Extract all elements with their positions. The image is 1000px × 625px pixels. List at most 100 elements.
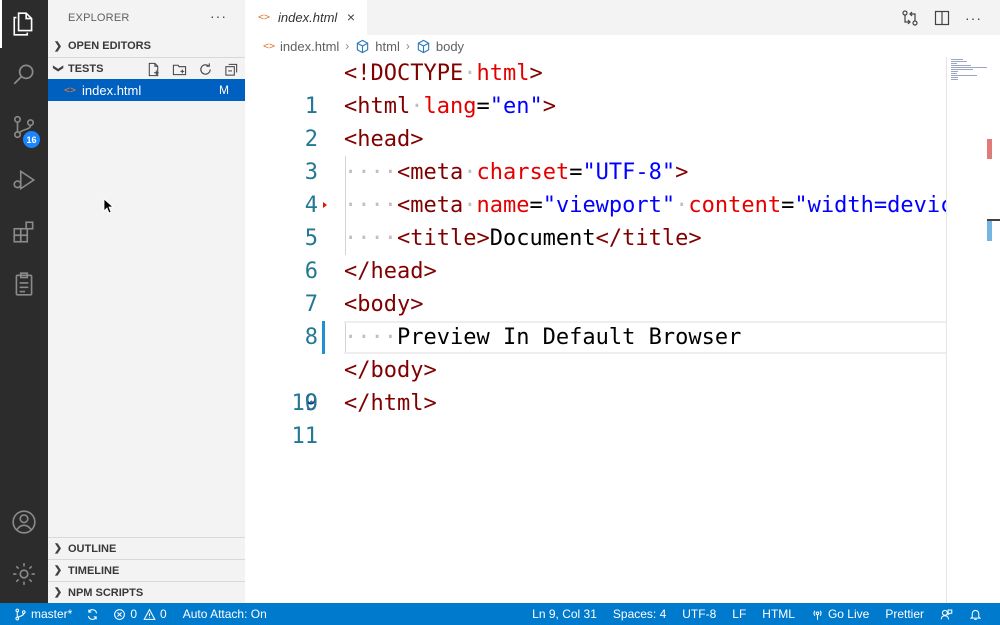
minimap-line	[951, 65, 971, 66]
timeline-section[interactable]: ❯ TIMELINE	[48, 559, 245, 581]
split-editor-icon[interactable]	[933, 9, 951, 27]
language-mode-item[interactable]: HTML	[762, 603, 795, 625]
chevron-right-icon: ❯	[53, 543, 63, 554]
sync-button[interactable]	[86, 603, 103, 625]
code-token: =	[529, 193, 543, 218]
minimap-line	[951, 75, 977, 76]
go-live-button[interactable]: Go Live	[811, 603, 869, 625]
indentation-item[interactable]: Spaces: 4	[613, 603, 666, 625]
explorer-sidebar: EXPLORER ··· ❯ OPEN EDITORS ❯ TESTS <> i…	[48, 0, 245, 603]
code-token: name	[476, 193, 530, 218]
code-token: >	[529, 61, 543, 86]
source-control-icon[interactable]: 16	[0, 103, 48, 151]
breadcrumb: <> index.html › html › body	[245, 35, 1000, 57]
close-icon[interactable]: ×	[347, 9, 355, 25]
git-branch-item[interactable]: master*	[14, 603, 72, 625]
cursor-position-item[interactable]: Ln 9, Col 31	[532, 603, 597, 625]
auto-attach-item[interactable]: Auto Attach: On	[183, 603, 267, 625]
open-changes-icon[interactable]	[901, 9, 919, 27]
minimap-line	[951, 67, 987, 68]
npm-scripts-label: NPM SCRIPTS	[68, 586, 144, 599]
code-token: <!DOCTYPE	[344, 61, 464, 86]
breadcrumb-file[interactable]: index.html	[280, 39, 339, 54]
branch-label: master*	[31, 607, 73, 621]
code-line: 6 ····<title>Document</title>	[245, 222, 946, 284]
extensions-icon[interactable]	[0, 208, 48, 256]
file-item-index-html[interactable]: <> index.html M	[48, 79, 245, 101]
auto-attach-label: Auto Attach: On	[182, 607, 267, 621]
html-file-icon: <>	[263, 40, 276, 52]
code-token: content	[688, 193, 782, 218]
outline-label: OUTLINE	[68, 542, 117, 555]
code-token: >	[542, 94, 556, 119]
folder-label: TESTS	[68, 62, 104, 75]
explorer-icon[interactable]	[0, 0, 48, 48]
encoding-item[interactable]: UTF-8	[682, 603, 716, 625]
code-token: <meta	[396, 193, 464, 218]
code-token: Document	[489, 226, 596, 251]
new-file-icon[interactable]	[146, 62, 161, 77]
scm-badge: 16	[23, 131, 40, 148]
code-token: Preview In Default Browser	[396, 325, 742, 350]
error-count: 0	[130, 607, 138, 621]
search-icon[interactable]	[0, 50, 48, 98]
minimap-line	[951, 77, 958, 78]
editor-more-actions-icon[interactable]: ···	[965, 10, 982, 26]
code-line: 10 </body>	[245, 354, 946, 416]
prettier-label: Prettier	[885, 607, 924, 621]
code-token: "en"	[489, 94, 543, 119]
minimap-line	[951, 79, 958, 80]
refresh-icon[interactable]	[198, 62, 213, 77]
outline-section[interactable]: ❯ OUTLINE	[48, 537, 245, 559]
folder-section[interactable]: ❯ TESTS	[48, 57, 245, 79]
code-token: =	[569, 160, 583, 185]
tab-label: index.html	[278, 10, 338, 25]
code-token: "viewport"	[542, 193, 676, 218]
code-line: 5 ····<meta·name="viewport"·content="wid…	[245, 189, 946, 251]
chevron-down-icon: ❯	[52, 64, 64, 73]
eol-item[interactable]: LF	[732, 603, 746, 625]
code-token: =	[476, 94, 490, 119]
minimap-line	[951, 69, 973, 70]
minimap-line	[951, 61, 967, 62]
code-editor[interactable]: 1 <!DOCTYPE·html> 2 <html·lang="en"> 3 <…	[245, 57, 946, 603]
git-branch-icon	[15, 608, 26, 620]
error-icon	[114, 608, 126, 620]
cursor-position-label: Ln 9, Col 31	[532, 607, 597, 621]
minimap[interactable]	[946, 57, 1000, 603]
feedback-button[interactable]	[940, 603, 957, 625]
broadcast-icon	[813, 609, 822, 620]
sidebar-more-actions-icon[interactable]: ···	[210, 8, 227, 24]
code-line: 11 </html>	[245, 387, 946, 449]
tab-index-html[interactable]: <> index.html ×	[245, 0, 367, 35]
breadcrumb-html[interactable]: html	[375, 39, 400, 54]
mouse-cursor-icon	[103, 198, 113, 214]
collapse-all-icon[interactable]	[224, 62, 239, 77]
new-folder-icon[interactable]	[172, 62, 187, 77]
feedback-icon	[940, 609, 953, 619]
run-debug-icon[interactable]	[0, 156, 48, 204]
warning-icon	[143, 608, 156, 620]
testing-icon[interactable]	[0, 260, 48, 308]
code-token: </head>	[344, 259, 437, 284]
code-line: 8 <body>	[245, 288, 946, 350]
open-editors-section[interactable]: ❯ OPEN EDITORS	[48, 35, 245, 57]
breadcrumb-body[interactable]: body	[436, 39, 464, 54]
prettier-item[interactable]: Prettier	[885, 603, 924, 625]
code-token: "width=devic	[794, 193, 946, 218]
file-name: index.html	[82, 82, 142, 98]
account-icon[interactable]	[0, 498, 48, 546]
eol-label: LF	[732, 607, 747, 621]
npm-scripts-section[interactable]: ❯ NPM SCRIPTS	[48, 581, 245, 603]
symbol-cube-icon	[417, 39, 430, 53]
chevron-right-icon: ❯	[53, 565, 63, 576]
settings-gear-icon[interactable]	[0, 550, 48, 598]
problems-item[interactable]: 0 0	[113, 603, 167, 625]
code-line: 1 <!DOCTYPE·html>	[245, 57, 946, 119]
minimap-line	[951, 73, 957, 74]
sidebar-title: EXPLORER	[68, 11, 130, 24]
language-label: HTML	[762, 607, 795, 621]
symbol-cube-icon	[357, 39, 369, 53]
chevron-right-icon: ›	[345, 39, 350, 53]
notifications-button[interactable]	[969, 603, 986, 625]
